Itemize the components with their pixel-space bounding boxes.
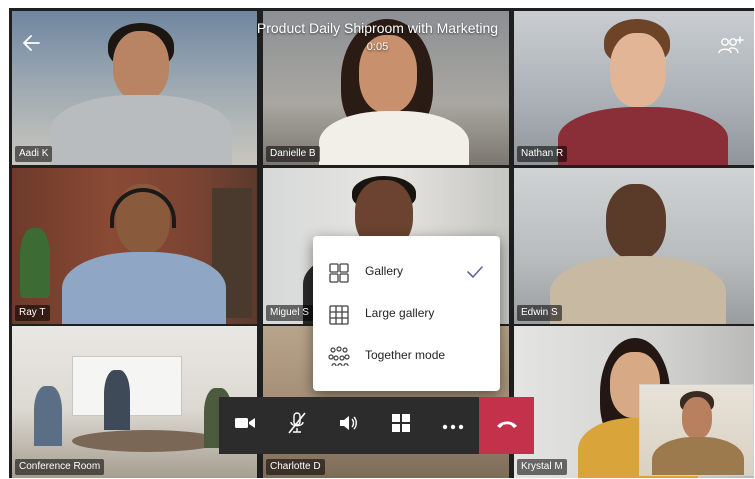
participant-name: Charlotte D	[266, 459, 325, 475]
menu-item-together-mode[interactable]: Together mode	[313, 336, 500, 376]
camera-icon	[234, 415, 256, 436]
participant-name: Conference Room	[15, 459, 105, 475]
menu-item-label: Large gallery	[365, 306, 435, 320]
checkmark-icon	[465, 262, 485, 282]
large-gallery-icon	[327, 303, 351, 327]
participant-name: Edwin S	[517, 305, 562, 321]
view-layout-menu: Gallery Large gallery Together mode	[313, 236, 500, 391]
meeting-title: Product Daily Shiproom with Marketing	[256, 20, 499, 36]
menu-item-label: Together mode	[365, 348, 446, 362]
more-icon	[442, 417, 464, 435]
participant-name: Danielle B	[266, 146, 320, 162]
participant-name: Krystal M	[517, 459, 567, 475]
video-tile-edwin[interactable]: Edwin S	[514, 168, 754, 324]
hang-up-button[interactable]	[479, 397, 534, 454]
menu-item-gallery[interactable]: Gallery	[313, 252, 500, 292]
camera-button[interactable]	[219, 397, 271, 454]
participant-name: Nathan R	[517, 146, 568, 162]
gallery-icon	[327, 261, 351, 285]
participant-name: Ray T	[15, 305, 50, 321]
participant-name: Aadi K	[15, 146, 53, 162]
self-view-video[interactable]	[639, 384, 754, 476]
speaker-icon	[338, 413, 360, 438]
together-mode-icon	[327, 345, 351, 369]
add-people-icon[interactable]	[716, 34, 746, 60]
layout-button[interactable]	[375, 397, 427, 454]
speaker-button[interactable]	[323, 397, 375, 454]
participant-name: Miguel S	[266, 305, 313, 321]
mic-button[interactable]	[271, 397, 323, 454]
mic-muted-icon	[286, 411, 308, 440]
call-control-bar	[219, 397, 534, 454]
conference-table	[72, 430, 222, 452]
more-options-button[interactable]	[427, 397, 479, 454]
meeting-timer: 0:05	[366, 41, 389, 53]
layout-icon	[391, 413, 411, 438]
menu-item-label: Gallery	[365, 264, 404, 278]
video-tile-ray[interactable]: Ray T	[12, 168, 257, 324]
back-arrow-icon[interactable]	[19, 30, 45, 56]
hangup-icon	[495, 417, 519, 435]
menu-item-large-gallery[interactable]: Large gallery	[313, 294, 500, 334]
